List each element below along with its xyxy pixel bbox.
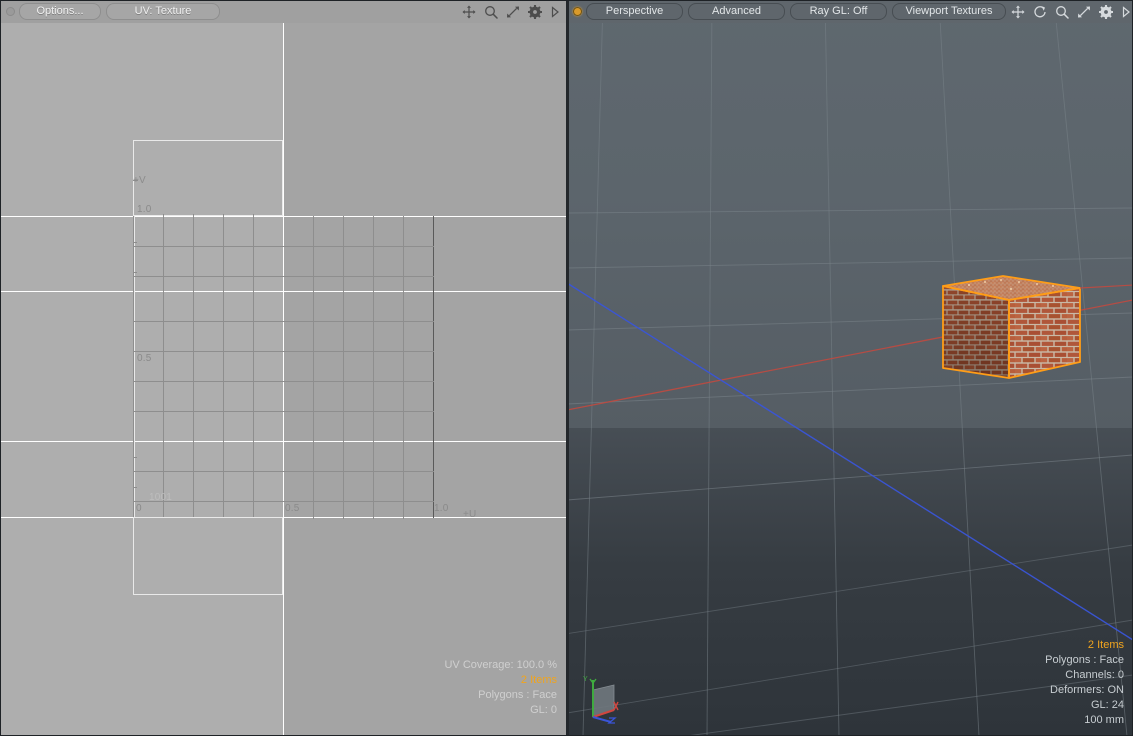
uv-polygons-mode: Polygons : Face xyxy=(478,689,557,701)
application-window: +V 1.0 0.5 1001 0 0.5 1.0 +U UV Coverage… xyxy=(0,0,1133,736)
uv-udim-tile-label: 1001 xyxy=(149,492,173,503)
fit-icon[interactable] xyxy=(506,5,520,19)
perspective-ground-grid xyxy=(567,0,1133,736)
viewport-divider[interactable] xyxy=(566,0,569,736)
zoom-icon[interactable] xyxy=(1055,5,1069,19)
uv-background-dark xyxy=(284,0,567,736)
zoom-icon[interactable] xyxy=(484,5,498,19)
viewport-active-state-dot[interactable] xyxy=(573,7,582,16)
uv-toolbar: Options... UV: Texture xyxy=(0,0,567,23)
fit-icon[interactable] xyxy=(1077,5,1091,19)
deformers-state: Deformers: ON xyxy=(1050,684,1124,696)
uv-tick xyxy=(223,214,224,218)
uv-viewport[interactable]: +V 1.0 0.5 1001 0 0.5 1.0 +U UV Coverage… xyxy=(0,0,567,736)
options-button[interactable]: Options... xyxy=(19,3,101,20)
ray-gl-button[interactable]: Ray GL: Off xyxy=(790,3,887,20)
settings-gear-icon[interactable] xyxy=(1099,4,1113,19)
uv-tick xyxy=(313,515,314,519)
uv-tick xyxy=(253,214,254,218)
uv-gridline-h xyxy=(133,321,434,322)
uv-tick xyxy=(163,214,164,218)
pan-icon[interactable] xyxy=(462,5,476,19)
uv-background-light xyxy=(0,0,284,736)
axis-gizmo[interactable]: Y xyxy=(581,672,627,726)
rotate-icon[interactable] xyxy=(1033,5,1047,19)
uv-gridline-h xyxy=(133,246,434,247)
viewport-3d-canvas[interactable]: Y xyxy=(567,0,1133,736)
uv-mode-button[interactable]: UV: Texture xyxy=(106,3,220,20)
uv-coverage-text: UV Coverage: 100.0 % xyxy=(444,659,557,671)
uv-tick xyxy=(343,515,344,519)
viewport-3d-toolbar-icons xyxy=(1011,4,1133,19)
gizmo-y-label: Y xyxy=(583,676,588,683)
uv-tile-outline-top xyxy=(133,140,283,216)
uv-tile-outline-bottom xyxy=(133,517,283,595)
uv-v-tick-1: 1.0 xyxy=(137,204,152,215)
uv-gridline-h xyxy=(133,471,434,472)
uv-tick xyxy=(133,242,137,243)
uv-u-tick-05: 0.5 xyxy=(285,503,300,514)
uv-gridline-h xyxy=(133,381,434,382)
uv-axis-u-one xyxy=(433,216,434,518)
settings-gear-icon[interactable] xyxy=(528,4,542,19)
uv-gridline-h xyxy=(133,276,434,277)
uv-tick xyxy=(133,457,137,458)
uv-tick xyxy=(133,272,137,273)
more-options-icon[interactable] xyxy=(550,5,560,19)
uv-u-tick-1: 1.0 xyxy=(434,503,449,514)
uv-items-count: 2 Items xyxy=(520,674,557,686)
uv-v-tick-05: 0.5 xyxy=(137,353,152,364)
perspective-viewport[interactable]: Y 2 Items Polygons : Face Channels: 0 De… xyxy=(567,0,1133,736)
uv-u-axis-label: +U xyxy=(463,509,477,520)
uv-tick xyxy=(403,515,404,519)
gl-count: GL: 24 xyxy=(1090,699,1124,711)
uv-gridline-h xyxy=(133,411,434,412)
polygons-mode: Polygons : Face xyxy=(1045,654,1124,666)
scene-items-count: 2 Items xyxy=(1087,639,1124,651)
uv-tick xyxy=(193,214,194,218)
uv-canvas[interactable]: +V 1.0 0.5 1001 0 0.5 1.0 +U xyxy=(0,0,567,736)
uv-tick xyxy=(133,487,137,488)
viewport-3d-status-readout: 2 Items Polygons : Face Channels: 0 Defo… xyxy=(1045,638,1124,728)
uv-u-tick-0: 0 xyxy=(136,503,142,514)
viewport-textures-button[interactable]: Viewport Textures xyxy=(892,3,1006,20)
uv-status-readout: UV Coverage: 100.0 % 2 Items Polygons : … xyxy=(444,658,557,718)
grid-scale: 100 mm xyxy=(1084,714,1124,726)
uv-gridline-h xyxy=(133,351,434,352)
uv-viewport-state-dot[interactable] xyxy=(6,7,15,16)
uv-v-axis-label: +V xyxy=(133,175,146,186)
uv-toolbar-icons xyxy=(462,4,567,19)
uv-gridline-h xyxy=(133,501,434,502)
more-options-icon[interactable] xyxy=(1121,5,1131,19)
shading-style-button[interactable]: Advanced xyxy=(688,3,785,20)
camera-view-button[interactable]: Perspective xyxy=(586,3,683,20)
uv-gl-count: GL: 0 xyxy=(530,704,557,716)
uv-major-line-u05 xyxy=(283,0,284,736)
pan-icon[interactable] xyxy=(1011,5,1025,19)
uv-tick xyxy=(373,515,374,519)
channels-count: Channels: 0 xyxy=(1065,669,1124,681)
viewport-3d-toolbar: Perspective Advanced Ray GL: Off Viewpor… xyxy=(567,0,1133,23)
